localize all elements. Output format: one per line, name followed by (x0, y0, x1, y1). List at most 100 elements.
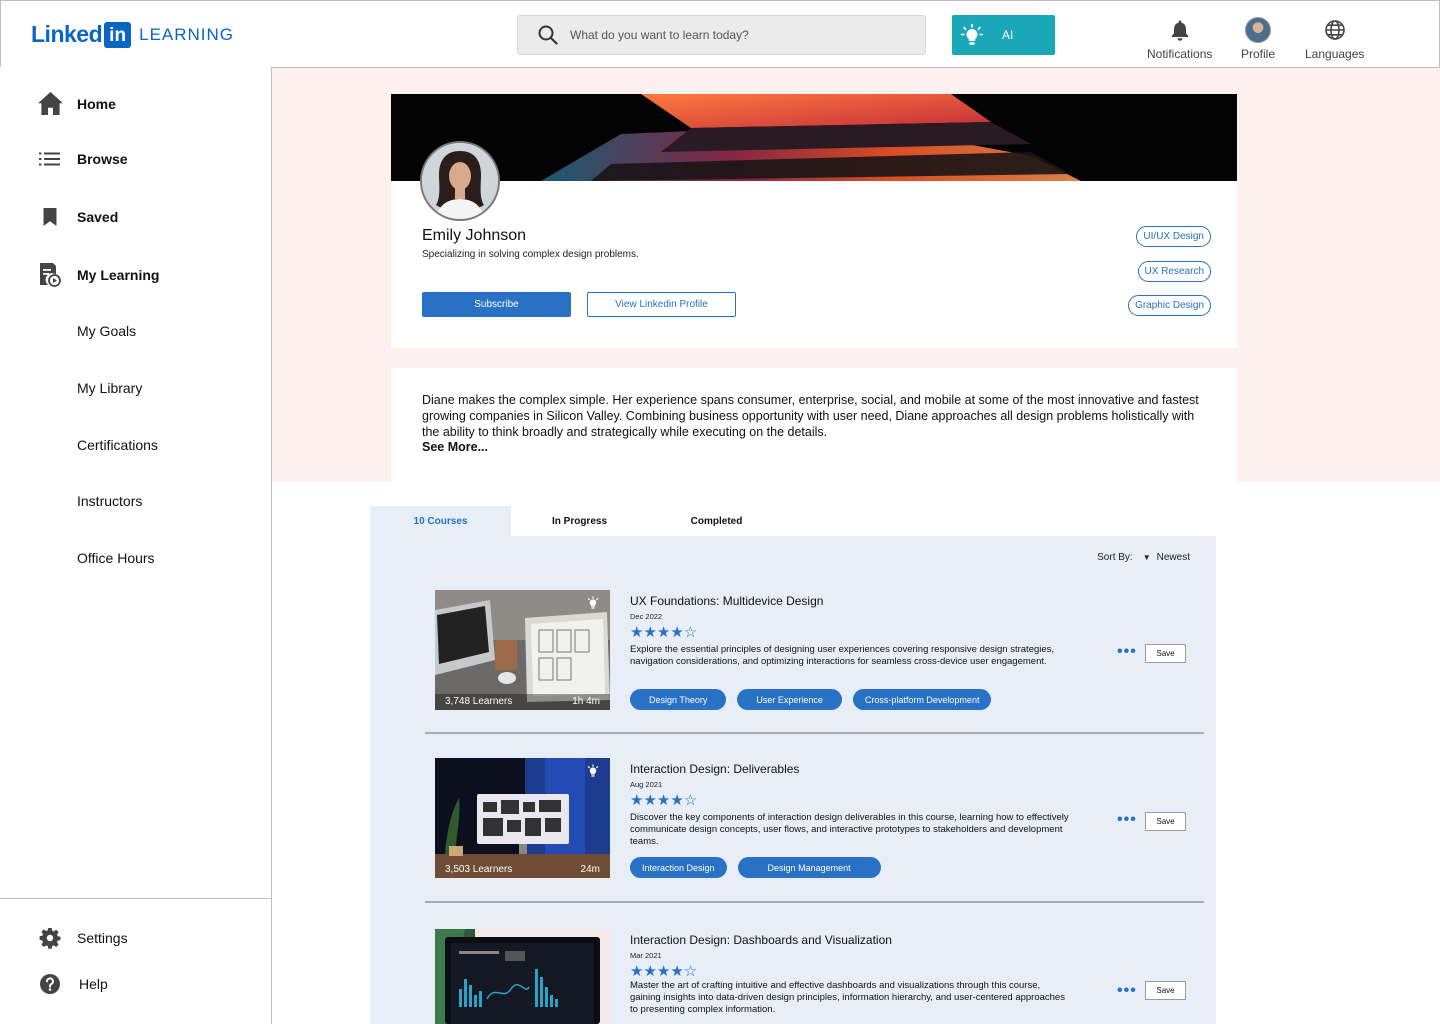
course-tags: Design Theory User Experience Cross-plat… (630, 689, 992, 710)
sidebar-item-certifications[interactable]: Certifications (77, 437, 158, 453)
sidebar-item-my-goals[interactable]: My Goals (77, 323, 136, 339)
linkedin-learning-logo[interactable]: Linked in LEARNING (31, 21, 234, 48)
more-options-icon[interactable]: ••• (1117, 643, 1137, 661)
learners-count: 3,748 Learners (445, 696, 513, 707)
course-thumbnail[interactable]: 3,503 Learners 24m (435, 758, 610, 878)
save-button[interactable]: Save (1145, 644, 1186, 663)
save-button[interactable]: Save (1145, 812, 1186, 831)
lightbulb-icon (960, 23, 984, 45)
tab-in-progress[interactable]: In Progress (511, 506, 648, 536)
sidebar-item-saved[interactable]: Saved (36, 207, 118, 227)
sort-label: Sort By: (1097, 552, 1133, 563)
course-divider (425, 732, 1204, 734)
globe-icon (1324, 20, 1345, 40)
bookmark-icon (43, 208, 57, 226)
course-description: Explore the essential principles of desi… (630, 644, 1055, 667)
course-tag[interactable]: Design Theory (630, 689, 727, 710)
skill-badge[interactable]: Graphic Design (1128, 295, 1211, 316)
course-tag[interactable]: Cross-platform Development (852, 689, 992, 710)
sidebar-item-office-hours[interactable]: Office Hours (77, 550, 155, 566)
sort-control[interactable]: Sort By: ▼ Newest (1097, 552, 1190, 563)
skill-badge[interactable]: UX Research (1137, 261, 1211, 282)
course-title[interactable]: Interaction Design: Deliverables (630, 762, 799, 776)
notifications-button[interactable]: Notifications (1147, 17, 1212, 61)
my-learning-icon (40, 263, 61, 287)
course-title[interactable]: Interaction Design: Dashboards and Visua… (630, 933, 892, 947)
course-duration: 24m (580, 864, 600, 875)
notifications-label: Notifications (1147, 47, 1213, 61)
bio-text: Diane makes the complex simple. Her expe… (422, 393, 1199, 439)
instructor-tagline: Specializing in solving complex design p… (422, 249, 639, 260)
skill-badge[interactable]: UI/UX Design (1136, 226, 1211, 247)
sidebar-item-label: Saved (77, 209, 119, 225)
course-title[interactable]: UX Foundations: Multidevice Design (630, 594, 823, 608)
course-tag[interactable]: User Experience (737, 689, 842, 710)
star-rating: ★★★★☆ (630, 792, 698, 809)
sidebar-item-settings[interactable]: Settings (36, 927, 128, 949)
save-button[interactable]: Save (1145, 981, 1186, 1000)
languages-label: Languages (1305, 47, 1365, 61)
course-date: Mar 2021 (630, 951, 662, 960)
course-description: Discover the key components of interacti… (630, 812, 1069, 847)
subscribe-button[interactable]: Subscribe (422, 292, 571, 317)
languages-button[interactable]: Languages (1305, 17, 1364, 61)
sort-value: Newest (1156, 552, 1190, 563)
course-thumbnail[interactable] (435, 929, 610, 1024)
course-description: Master the art of crafting intuitive and… (630, 980, 1065, 1015)
course-tag[interactable]: Design Management (737, 857, 881, 878)
logo-learning-text: LEARNING (139, 24, 235, 44)
home-icon (37, 92, 63, 115)
sidebar-item-label: My Learning (77, 267, 160, 283)
gear-icon (39, 928, 61, 949)
search-icon (538, 25, 558, 45)
top-header: Linked in LEARNING AI Notifications Prof… (0, 0, 1440, 68)
instructor-avatar (420, 141, 500, 221)
sidebar-item-my-learning[interactable]: My Learning (36, 262, 159, 288)
sidebar-item-browse[interactable]: Browse (36, 151, 128, 167)
star-rating: ★★★★☆ (630, 624, 698, 641)
course-item: 3,503 Learners 24m Interaction Design: D… (435, 758, 1195, 878)
course-thumbnail[interactable]: 3,748 Learners 1h 4m (435, 590, 610, 710)
course-tag[interactable]: Interaction Design (630, 857, 727, 878)
logo-in-badge: in (104, 21, 132, 48)
more-options-icon[interactable]: ••• (1117, 811, 1137, 829)
lightbulb-icon (587, 764, 599, 777)
view-linkedin-profile-button[interactable]: View Linkedin Profile (587, 292, 736, 317)
profile-banner-image (391, 94, 1237, 181)
sidebar-item-my-library[interactable]: My Library (77, 380, 142, 396)
caret-down-icon: ▼ (1142, 553, 1151, 562)
tab-courses[interactable]: 10 Courses (370, 506, 511, 536)
sidebar-item-instructors[interactable]: Instructors (77, 493, 142, 509)
sidebar-item-home[interactable]: Home (36, 91, 116, 116)
sidebar-item-help[interactable]: Help (36, 973, 108, 995)
help-icon (40, 974, 60, 994)
sidebar-item-label: Home (77, 95, 116, 112)
course-duration: 1h 4m (572, 696, 600, 707)
tab-completed[interactable]: Completed (648, 506, 785, 536)
ai-button-label: AI (1002, 28, 1014, 42)
profile-card: Emily Johnson Specializing in solving co… (391, 94, 1237, 348)
bell-icon (1171, 20, 1188, 41)
avatar (1245, 17, 1271, 43)
see-more-link[interactable]: See More... (422, 440, 488, 454)
instructor-name: Emily Johnson (422, 227, 527, 244)
profile-label: Profile (1241, 47, 1276, 61)
ai-button[interactable]: AI (952, 15, 1055, 55)
profile-button[interactable]: Profile (1241, 17, 1275, 61)
search-bar[interactable] (517, 15, 926, 55)
course-date: Aug 2021 (630, 780, 663, 789)
course-list-panel: Sort By: ▼ Newest 3,748 Learners 1h 4m U… (370, 536, 1216, 1024)
course-date: Dec 2022 (630, 612, 663, 621)
list-icon (39, 152, 60, 166)
lightbulb-icon (587, 596, 599, 609)
bio-card: Diane makes the complex simple. Her expe… (391, 368, 1237, 482)
course-tags: Interaction Design Design Management (630, 857, 881, 878)
sidebar-item-label: Settings (77, 930, 128, 946)
sidebar-item-label: Browse (77, 151, 128, 167)
course-divider (425, 901, 1204, 903)
logo-linked-text: Linked (31, 21, 103, 47)
search-input[interactable] (570, 28, 890, 42)
more-options-icon[interactable]: ••• (1117, 982, 1137, 1000)
course-item: 3,748 Learners 1h 4m UX Foundations: Mul… (435, 590, 1195, 710)
course-item: Interaction Design: Dashboards and Visua… (435, 929, 1195, 1024)
